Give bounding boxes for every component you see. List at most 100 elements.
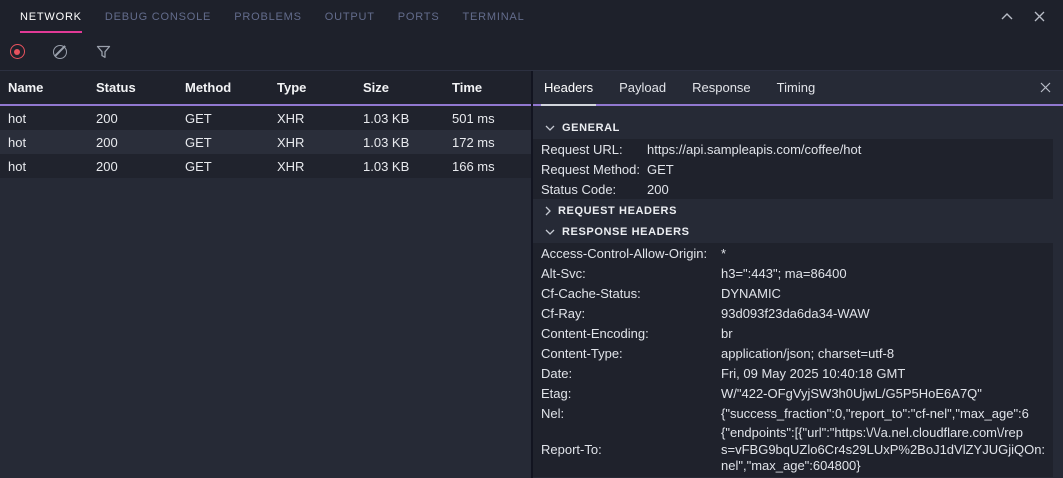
cell-size: 1.03 KB: [363, 135, 452, 150]
header-row: Cf-Ray: 93d093f23da6da34-WAW: [533, 303, 1053, 323]
section-general-title: GENERAL: [562, 122, 620, 134]
header-key: Cf-Ray:: [541, 306, 721, 321]
cell-status: 200: [96, 159, 185, 174]
column-header-name[interactable]: Name: [8, 80, 96, 95]
section-response-headers-title: RESPONSE HEADERS: [562, 226, 690, 238]
header-key: Request Method:: [541, 162, 647, 177]
cell-status: 200: [96, 135, 185, 150]
header-value: https://api.sampleapis.com/coffee/hot: [647, 142, 1053, 157]
header-key: Access-Control-Allow-Origin:: [541, 246, 721, 261]
header-value: DYNAMIC: [721, 286, 1053, 301]
header-row: Content-Type: application/json; charset=…: [533, 343, 1053, 363]
header-value: br: [721, 326, 1053, 341]
cell-size: 1.03 KB: [363, 159, 452, 174]
header-row: Status Code: 200: [533, 179, 1053, 199]
header-key: Alt-Svc:: [541, 266, 721, 281]
header-row: Report-To: {"endpoints":[{"url":"https:\…: [533, 423, 1053, 477]
section-request-headers-title: REQUEST HEADERS: [558, 205, 677, 217]
header-row: Request URL: https://api.sampleapis.com/…: [533, 139, 1053, 159]
cell-type: XHR: [277, 135, 363, 150]
record-button[interactable]: [6, 41, 28, 63]
header-value: h3=":443"; ma=86400: [721, 266, 1053, 281]
tab-debug-console[interactable]: DEBUG CONSOLE: [105, 0, 211, 33]
close-details-icon[interactable]: [1035, 78, 1055, 98]
header-value: Fri, 09 May 2025 10:40:18 GMT: [721, 366, 1053, 381]
column-header-time[interactable]: Time: [452, 80, 531, 95]
network-devtools-panel: NETWORK DEBUG CONSOLE PROBLEMS OUTPUT PO…: [0, 0, 1063, 478]
tab-response[interactable]: Response: [689, 71, 754, 106]
record-icon: [10, 44, 25, 59]
headers-detail-scroll: GENERAL Request URL: https://api.samplea…: [533, 106, 1063, 478]
cell-method: GET: [185, 135, 277, 150]
header-row: Cf-Cache-Status: DYNAMIC: [533, 283, 1053, 303]
header-key: Content-Encoding:: [541, 326, 721, 341]
cell-time: 166 ms: [452, 159, 531, 174]
section-general-header[interactable]: GENERAL: [533, 118, 1063, 138]
header-key: Status Code:: [541, 182, 647, 197]
request-row-1[interactable]: hot 200 GET XHR 1.03 KB 501 ms: [0, 106, 531, 130]
cell-type: XHR: [277, 111, 363, 126]
header-value: *: [721, 246, 1053, 261]
header-value: 200: [647, 182, 1053, 197]
network-main-area: Name Status Method Type Size Time hot 20…: [0, 70, 1063, 478]
chevron-right-icon: [545, 206, 551, 216]
chevron-up-icon[interactable]: [997, 7, 1017, 27]
tab-ports[interactable]: PORTS: [398, 0, 440, 33]
header-value-line: nel","max_age":604800}: [721, 458, 1053, 475]
header-key: Date:: [541, 366, 721, 381]
cell-name: hot: [8, 159, 96, 174]
tab-headers[interactable]: Headers: [541, 71, 596, 106]
header-value: {"success_fraction":0,"report_to":"cf-ne…: [721, 406, 1053, 421]
header-value: {"endpoints":[{"url":"https:\/\/a.nel.cl…: [721, 425, 1053, 475]
request-row-2[interactable]: hot 200 GET XHR 1.03 KB 172 ms: [0, 130, 531, 154]
filter-button[interactable]: [92, 41, 114, 63]
cell-type: XHR: [277, 159, 363, 174]
column-header-size[interactable]: Size: [363, 80, 452, 95]
header-value-line: {"endpoints":[{"url":"https:\/\/a.nel.cl…: [721, 425, 1053, 442]
header-value: 93d093f23da6da34-WAW: [721, 306, 1053, 321]
header-key: Request URL:: [541, 142, 647, 157]
column-header-method[interactable]: Method: [185, 80, 277, 95]
cell-size: 1.03 KB: [363, 111, 452, 126]
tab-terminal[interactable]: TERMINAL: [462, 0, 524, 33]
network-toolbar: [0, 33, 1063, 70]
cell-time: 501 ms: [452, 111, 531, 126]
section-response-headers-header[interactable]: RESPONSE HEADERS: [533, 222, 1063, 242]
header-key: Report-To:: [541, 442, 721, 457]
requests-table-pane: Name Status Method Type Size Time hot 20…: [0, 71, 531, 478]
header-value: W/"422-OFgVyjSW3h0UjwL/G5P5HoE6A7Q": [721, 386, 1053, 401]
column-header-status[interactable]: Status: [96, 80, 185, 95]
header-row: Date: Fri, 09 May 2025 10:40:18 GMT: [533, 363, 1053, 383]
clear-button[interactable]: [49, 41, 71, 63]
requests-table-header: Name Status Method Type Size Time: [0, 71, 531, 106]
tab-timing[interactable]: Timing: [774, 71, 819, 106]
header-value: application/json; charset=utf-8: [721, 346, 1053, 361]
cell-time: 172 ms: [452, 135, 531, 150]
header-row: Alt-Svc: h3=":443"; ma=86400: [533, 263, 1053, 283]
clear-icon: [53, 45, 67, 59]
header-row: Request Method: GET: [533, 159, 1053, 179]
request-details-pane: Headers Payload Response Timing GENERAL …: [533, 71, 1063, 478]
header-key: Nel:: [541, 406, 721, 421]
panel-actions: [997, 0, 1063, 33]
header-value: GET: [647, 162, 1053, 177]
tab-output[interactable]: OUTPUT: [325, 0, 375, 33]
section-request-headers-header[interactable]: REQUEST HEADERS: [533, 201, 1063, 221]
tab-network[interactable]: NETWORK: [20, 0, 82, 33]
tab-payload[interactable]: Payload: [616, 71, 669, 106]
header-row: Etag: W/"422-OFgVyjSW3h0UjwL/G5P5HoE6A7Q…: [533, 383, 1053, 403]
header-row: Content-Encoding: br: [533, 323, 1053, 343]
cell-name: hot: [8, 135, 96, 150]
request-row-3[interactable]: hot 200 GET XHR 1.03 KB 166 ms: [0, 154, 531, 178]
general-section-body: Request URL: https://api.sampleapis.com/…: [533, 139, 1053, 199]
header-value-line: s=vFBG9bqUZlo6Cr4s29LUxP%2BoJ1dVlZYJUGji…: [721, 442, 1053, 459]
header-row: Nel: {"success_fraction":0,"report_to":"…: [533, 403, 1053, 423]
close-icon[interactable]: [1029, 7, 1049, 27]
tab-problems[interactable]: PROBLEMS: [234, 0, 302, 33]
cell-status: 200: [96, 111, 185, 126]
response-headers-section-body: Access-Control-Allow-Origin: * Alt-Svc: …: [533, 243, 1053, 477]
panel-tab-bar: NETWORK DEBUG CONSOLE PROBLEMS OUTPUT PO…: [0, 0, 1063, 33]
column-header-type[interactable]: Type: [277, 80, 363, 95]
details-tab-bar: Headers Payload Response Timing: [533, 71, 1063, 106]
cell-method: GET: [185, 159, 277, 174]
